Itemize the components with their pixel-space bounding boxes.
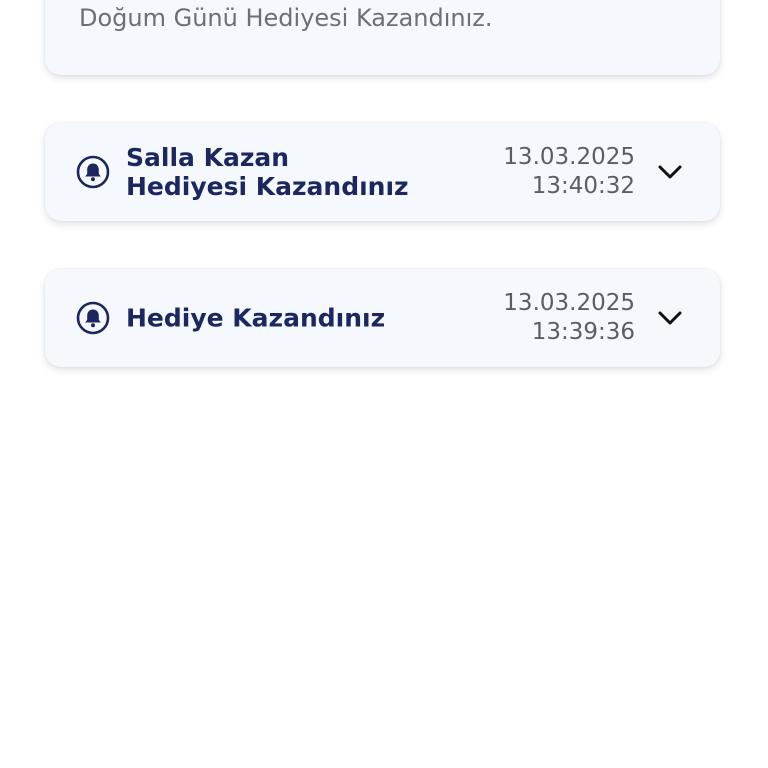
notification-time: 13:39:36 [531,319,635,345]
bell-icon [76,155,110,189]
notification-card[interactable]: Salla Kazan Hediyesi Kazandınız 13.03.20… [45,123,720,221]
notification-body-text: Doğum Günü Hediyesi Kazandınız. [79,4,493,32]
notification-card-expanded[interactable]: Doğum Günü Hediyesi Kazandınız. [45,0,720,75]
chevron-down-icon[interactable] [657,308,683,328]
notification-timestamp: 13.03.2025 13:39:36 [503,289,635,347]
chevron-down-icon[interactable] [657,162,683,182]
notification-title: Hediye Kazandınız [126,303,386,333]
notification-date: 13.03.2025 [503,144,635,170]
notification-date: 13.03.2025 [503,290,635,316]
notification-timestamp: 13.03.2025 13:40:32 [503,143,635,201]
notification-card[interactable]: Hediye Kazandınız 13.03.2025 13:39:36 [45,269,720,367]
bell-icon [76,301,110,335]
notifications-screen: Doğum Günü Hediyesi Kazandınız. Salla Ka… [0,0,768,768]
notification-time: 13:40:32 [531,173,635,199]
notification-title: Salla Kazan Hediyesi Kazandınız [126,143,409,201]
